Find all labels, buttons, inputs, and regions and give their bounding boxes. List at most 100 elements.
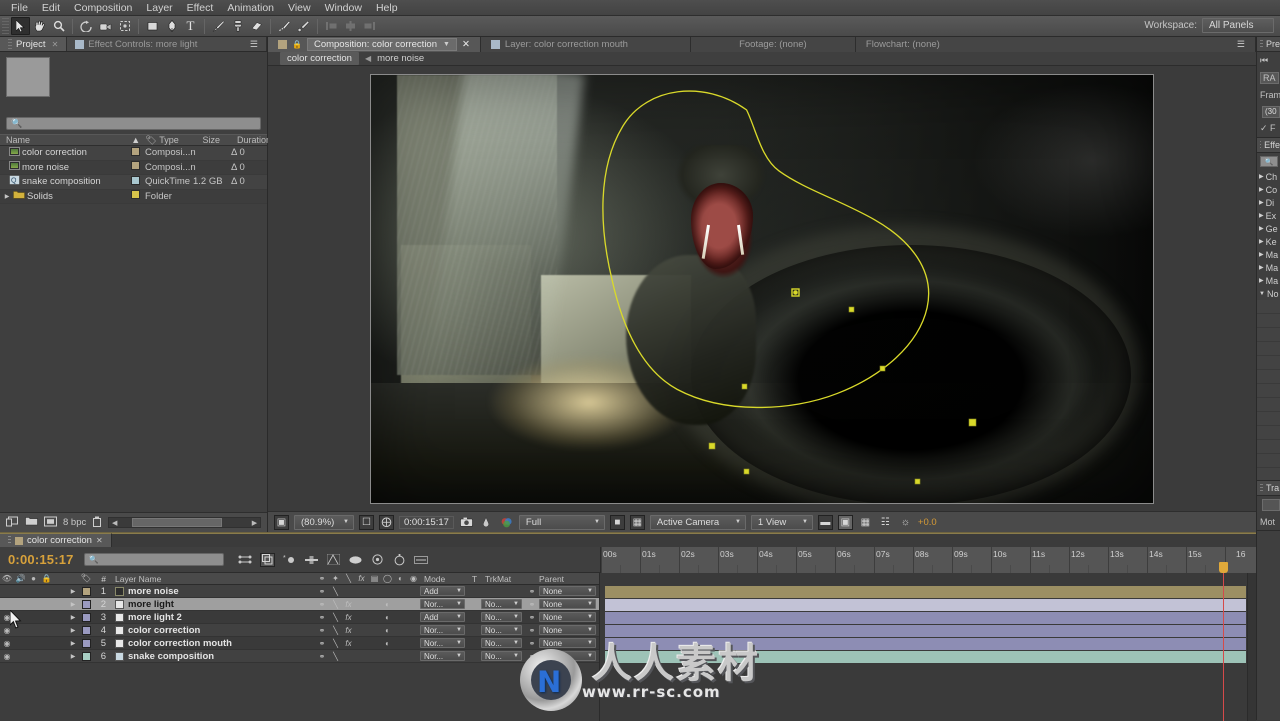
- parent-link-icon[interactable]: ⚭: [315, 600, 329, 609]
- menu-item-view[interactable]: View: [281, 0, 318, 16]
- track-matte-dropdown[interactable]: No... ▼: [481, 651, 522, 661]
- close-icon[interactable]: ✕: [52, 40, 59, 49]
- layer-name[interactable]: color correction: [111, 625, 315, 636]
- trkmat-header[interactable]: TrkMat: [481, 574, 525, 584]
- breadcrumb-item-current[interactable]: color correction: [280, 52, 359, 65]
- track-matte-dropdown[interactable]: No... ▼: [481, 625, 522, 635]
- expand-triangle-icon[interactable]: ▶: [67, 588, 79, 595]
- effects-list-area[interactable]: [1257, 300, 1280, 480]
- playhead-line[interactable]: [1223, 573, 1224, 721]
- align-center-icon[interactable]: [341, 17, 360, 35]
- video-toggle[interactable]: ◉: [0, 613, 14, 622]
- show-channel-icon[interactable]: [499, 515, 514, 530]
- eraser-tool[interactable]: [247, 17, 266, 35]
- resolution-dropdown[interactable]: Full ▼: [518, 514, 605, 530]
- track-matte-dropdown[interactable]: No... ▼: [481, 599, 522, 609]
- label-color-swatch[interactable]: [79, 599, 93, 609]
- parent-link-icon[interactable]: ⚭: [315, 613, 329, 622]
- timeline-icon[interactable]: ▦: [858, 515, 873, 530]
- roto-brush-tool[interactable]: [275, 17, 294, 35]
- show-snapshot-icon[interactable]: [479, 515, 494, 530]
- graph-editor-icon[interactable]: [348, 553, 363, 567]
- parent-link-icon[interactable]: ⚭: [315, 639, 329, 648]
- region-of-interest-icon[interactable]: ☐: [359, 514, 374, 530]
- column-type[interactable]: Type: [153, 135, 196, 145]
- tracker-field[interactable]: [1257, 496, 1280, 513]
- video-toggle[interactable]: ◉: [0, 626, 14, 635]
- expand-triangle-icon[interactable]: ▶: [67, 614, 79, 621]
- transform-switch[interactable]: ╲: [329, 587, 342, 596]
- bit-depth-label[interactable]: 8 bpc: [63, 517, 86, 528]
- label-color-swatch[interactable]: [79, 612, 93, 622]
- effects-switch[interactable]: fx: [342, 639, 355, 648]
- toggle-mask-icon[interactable]: ⨁: [379, 514, 394, 530]
- parent-dropdown[interactable]: None ▼: [539, 586, 596, 596]
- exposure-value[interactable]: +0.0: [918, 517, 937, 528]
- layer-bar[interactable]: [605, 586, 1246, 598]
- ram-preview-button[interactable]: RA: [1257, 69, 1280, 86]
- flowchart-icon[interactable]: ☷: [878, 515, 893, 530]
- table-row[interactable]: ▶ 1 more noise ⚭ ╲ Add ▼ ⚭ None ▼: [0, 585, 599, 598]
- layer-name-header[interactable]: Layer Name: [111, 574, 315, 584]
- layer-bar[interactable]: [605, 599, 1246, 611]
- expand-triangle-icon[interactable]: ▶: [67, 653, 79, 660]
- transform-switch[interactable]: ╲: [329, 626, 342, 635]
- menu-item-edit[interactable]: Edit: [35, 0, 67, 16]
- scroll-left-icon[interactable]: ◀: [109, 519, 120, 527]
- blend-mode-dropdown[interactable]: Nor... ▼: [420, 638, 465, 648]
- toggle-guides-icon[interactable]: ▦: [629, 514, 645, 530]
- clone-stamp-tool[interactable]: [228, 17, 247, 35]
- table-row[interactable]: ◉ ▶ 3 more light 2 ⚭ ╲ fx ◐ Add ▼ No... …: [0, 611, 599, 624]
- effect-category[interactable]: ▶ Ke: [1257, 235, 1280, 248]
- layer-bar[interactable]: [605, 638, 1246, 650]
- adjustment-switch[interactable]: ◐: [381, 613, 394, 622]
- layer-name[interactable]: more light: [111, 599, 315, 610]
- adjustment-switch[interactable]: ◐: [381, 600, 394, 609]
- new-composition-icon[interactable]: [6, 516, 19, 530]
- current-time-display[interactable]: 0:00:15:17: [0, 552, 74, 567]
- effect-category[interactable]: ▶ Co: [1257, 183, 1280, 196]
- project-item-row[interactable]: ▶ Solids Folder: [0, 189, 267, 204]
- panel-menu-icon[interactable]: ☰: [1237, 39, 1245, 50]
- workspace-dropdown[interactable]: All Panels: [1202, 18, 1274, 33]
- table-row[interactable]: ◉ ▶ 4 color correction ⚭ ╲ fx ◐ Nor... ▼…: [0, 624, 599, 637]
- project-search-field[interactable]: [22, 118, 260, 129]
- menu-item-file[interactable]: File: [4, 0, 35, 16]
- parent-dropdown[interactable]: No ▼: [539, 651, 596, 661]
- toggle-transparency-grid-icon[interactable]: ■: [609, 514, 625, 530]
- toolbar-grip[interactable]: [2, 18, 9, 34]
- expand-triangle-icon[interactable]: ▶: [67, 627, 79, 634]
- parent-pickwhip-icon[interactable]: ⚭: [525, 652, 539, 661]
- tab-project[interactable]: Project ✕: [0, 37, 68, 51]
- effects-switch[interactable]: fx: [342, 613, 355, 622]
- parent-dropdown[interactable]: None ▼: [539, 612, 596, 622]
- selection-tool[interactable]: [11, 17, 30, 35]
- table-row[interactable]: ◉ ▶ 6 snake composition ⚭ ╲ Nor... ▼ No.…: [0, 650, 599, 663]
- blend-mode-dropdown[interactable]: Nor... ▼: [420, 651, 465, 661]
- layer-name[interactable]: color correction mouth: [111, 638, 315, 649]
- brainstorm-icon[interactable]: [370, 553, 385, 567]
- parent-link-icon[interactable]: ⚭: [315, 652, 329, 661]
- video-toggle[interactable]: ◉: [0, 652, 14, 661]
- timeline-vertical-scrollbar[interactable]: [1247, 573, 1256, 721]
- magnification-dropdown[interactable]: (80.9%) ▼: [294, 514, 354, 530]
- type-tool[interactable]: T: [181, 17, 200, 35]
- effect-category[interactable]: ▶ Ma: [1257, 248, 1280, 261]
- project-item-row[interactable]: more noise Composi...n Δ 0: [0, 160, 267, 175]
- label-color-swatch[interactable]: [131, 175, 145, 188]
- parent-dropdown[interactable]: None ▼: [539, 599, 596, 609]
- adjustment-switch[interactable]: ◐: [381, 626, 394, 635]
- menu-item-effect[interactable]: Effect: [180, 0, 221, 16]
- video-toggle[interactable]: ◉: [0, 639, 14, 648]
- parent-header[interactable]: Parent: [539, 574, 599, 584]
- scrollbar-thumb[interactable]: [132, 518, 223, 527]
- effects-switch[interactable]: fx: [342, 626, 355, 635]
- tab-footage[interactable]: Footage: (none): [690, 37, 856, 52]
- preview-first-frame-button[interactable]: ⏮: [1257, 52, 1280, 69]
- parent-dropdown[interactable]: None ▼: [539, 625, 596, 635]
- preview-panel-tab[interactable]: Pre: [1257, 37, 1280, 52]
- delete-icon[interactable]: [92, 516, 102, 530]
- transform-switch[interactable]: ╲: [329, 652, 342, 661]
- label-color-swatch[interactable]: [79, 638, 93, 648]
- tab-layer[interactable]: Layer: color correction mouth: [480, 37, 691, 52]
